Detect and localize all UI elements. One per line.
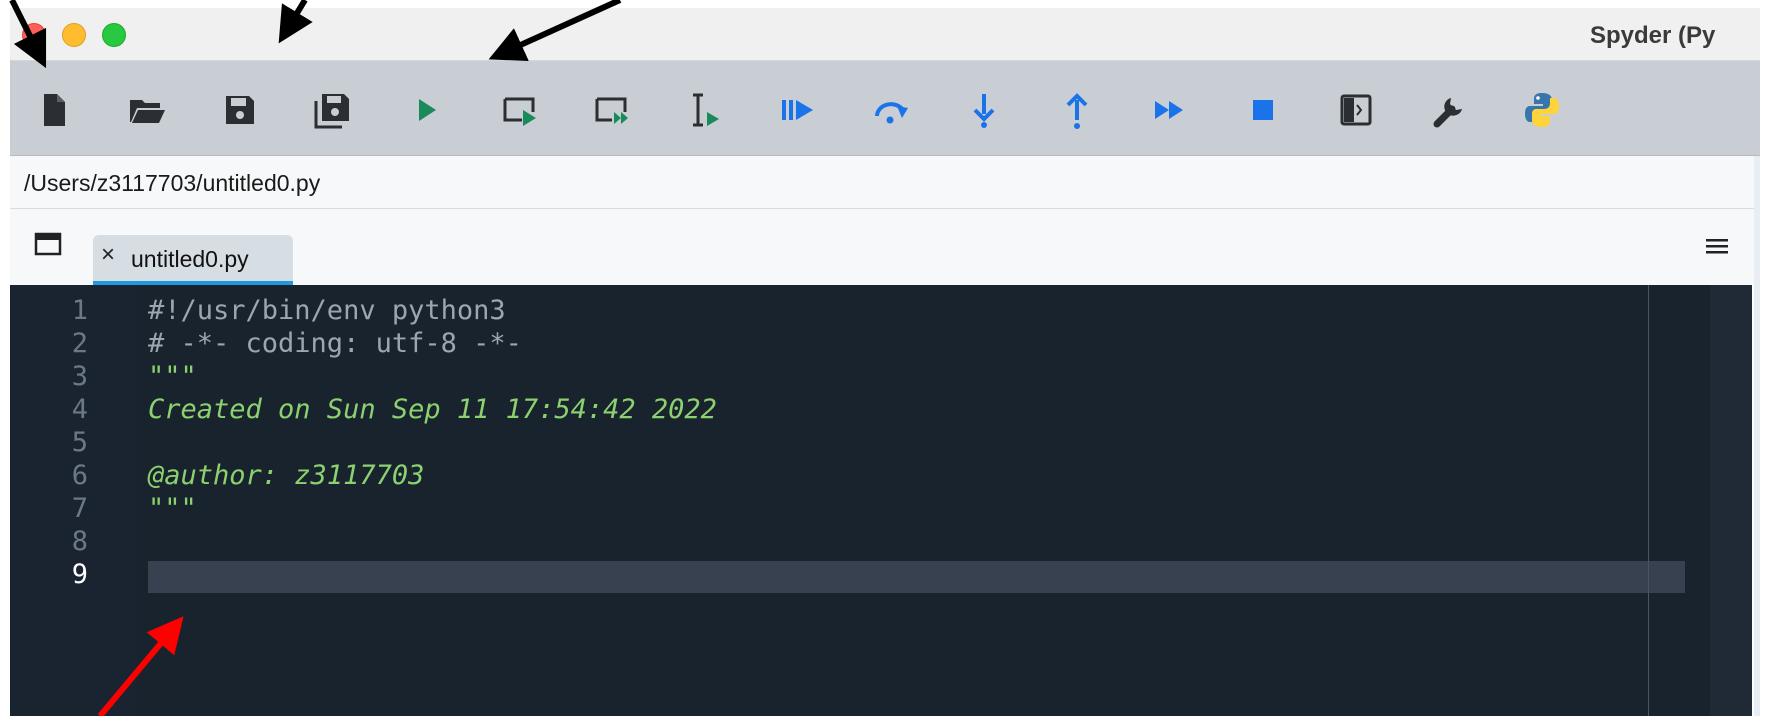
run-selection-icon — [693, 93, 719, 127]
edge-line-marker — [1648, 285, 1649, 716]
run-cell-advance-button[interactable] — [588, 86, 636, 134]
run-cell-advance-icon — [595, 97, 628, 124]
debug-icon — [782, 100, 813, 120]
run-cell-icon — [503, 97, 536, 126]
step-return-button[interactable] — [1053, 86, 1101, 134]
maximize-pane-icon — [1340, 94, 1372, 126]
close-window-button[interactable] — [22, 23, 46, 47]
open-file-icon — [130, 100, 165, 123]
tab-untitled0[interactable]: × untitled0.py — [93, 235, 293, 286]
step-over-button[interactable] — [867, 86, 915, 134]
step-into-button[interactable] — [960, 86, 1008, 134]
code-line-4[interactable]: Created on Sun Sep 11 17:54:42 2022 — [148, 394, 717, 425]
code-line-3[interactable]: """ — [148, 361, 197, 392]
main-toolbar — [10, 61, 1760, 156]
spyder-window: Spyder (Py /Users/z3117703/untitled0.py … — [10, 8, 1760, 716]
close-tab-icon[interactable]: × — [101, 241, 115, 269]
browse-tabs-icon[interactable] — [34, 231, 64, 257]
continue-button[interactable] — [1146, 86, 1194, 134]
code-line-6[interactable]: @author: z3117703 — [148, 460, 424, 491]
maximize-pane-button[interactable] — [1332, 86, 1380, 134]
current-line-highlight[interactable] — [148, 561, 1685, 593]
file-path-bar: /Users/z3117703/untitled0.py — [10, 156, 1760, 209]
file-path-label: /Users/z3117703/untitled0.py — [24, 170, 321, 196]
step-return-icon — [1066, 93, 1088, 129]
continue-icon — [1155, 101, 1183, 119]
editor-scrollbar[interactable] — [1710, 285, 1752, 716]
python-path-icon — [1525, 93, 1559, 127]
code-line-7[interactable]: """ — [148, 493, 197, 524]
tab-label: untitled0.py — [131, 246, 249, 272]
run-file-button[interactable] — [402, 86, 450, 134]
line-number: 2 — [71, 328, 88, 359]
zoom-window-button[interactable] — [102, 23, 126, 47]
step-into-icon — [973, 94, 995, 128]
save-button[interactable] — [216, 86, 264, 134]
run-icon — [419, 99, 436, 121]
new-file-icon — [44, 94, 65, 126]
line-number: 8 — [71, 526, 88, 557]
step-over-icon — [875, 102, 908, 124]
line-number-gutter: 1 2 3 4 5 6 7 8 9 — [10, 285, 138, 716]
title-bar: Spyder (Py — [10, 8, 1760, 61]
code-line-2[interactable]: # -*- coding: utf-8 -*- — [148, 328, 522, 359]
hamburger-menu-icon[interactable] — [1704, 235, 1730, 257]
line-number: 3 — [71, 361, 88, 392]
stop-debug-button[interactable] — [1239, 86, 1287, 134]
save-all-button[interactable] — [309, 86, 357, 134]
python-path-button[interactable] — [1518, 86, 1566, 134]
line-number: 7 — [71, 493, 88, 524]
new-file-button[interactable] — [30, 86, 78, 134]
code-line-1[interactable]: #!/usr/bin/env python3 — [148, 295, 506, 326]
debug-file-button[interactable] — [774, 86, 822, 134]
line-number: 4 — [71, 394, 88, 425]
run-selection-button[interactable] — [681, 86, 729, 134]
line-number: 6 — [71, 460, 88, 491]
code-text-area[interactable]: #!/usr/bin/env python3 # -*- coding: utf… — [138, 285, 1718, 716]
save-icon — [226, 96, 254, 124]
line-number: 1 — [71, 295, 88, 326]
code-editor[interactable]: 1 2 3 4 5 6 7 8 9 #!/usr/bin/env python3… — [10, 285, 1752, 716]
editor-tab-bar: × untitled0.py — [10, 209, 1760, 286]
preferences-button[interactable] — [1425, 86, 1473, 134]
save-all-icon — [314, 94, 349, 129]
run-cell-button[interactable] — [495, 86, 543, 134]
stop-debug-icon — [1253, 100, 1273, 120]
open-file-button[interactable] — [123, 86, 171, 134]
window-title: Spyder (Py — [1590, 22, 1716, 49]
line-number: 5 — [71, 427, 88, 458]
minimize-window-button[interactable] — [62, 23, 86, 47]
pane-splitter[interactable] — [1754, 156, 1760, 716]
current-line-number: 9 — [71, 559, 88, 590]
preferences-icon — [1433, 98, 1462, 128]
